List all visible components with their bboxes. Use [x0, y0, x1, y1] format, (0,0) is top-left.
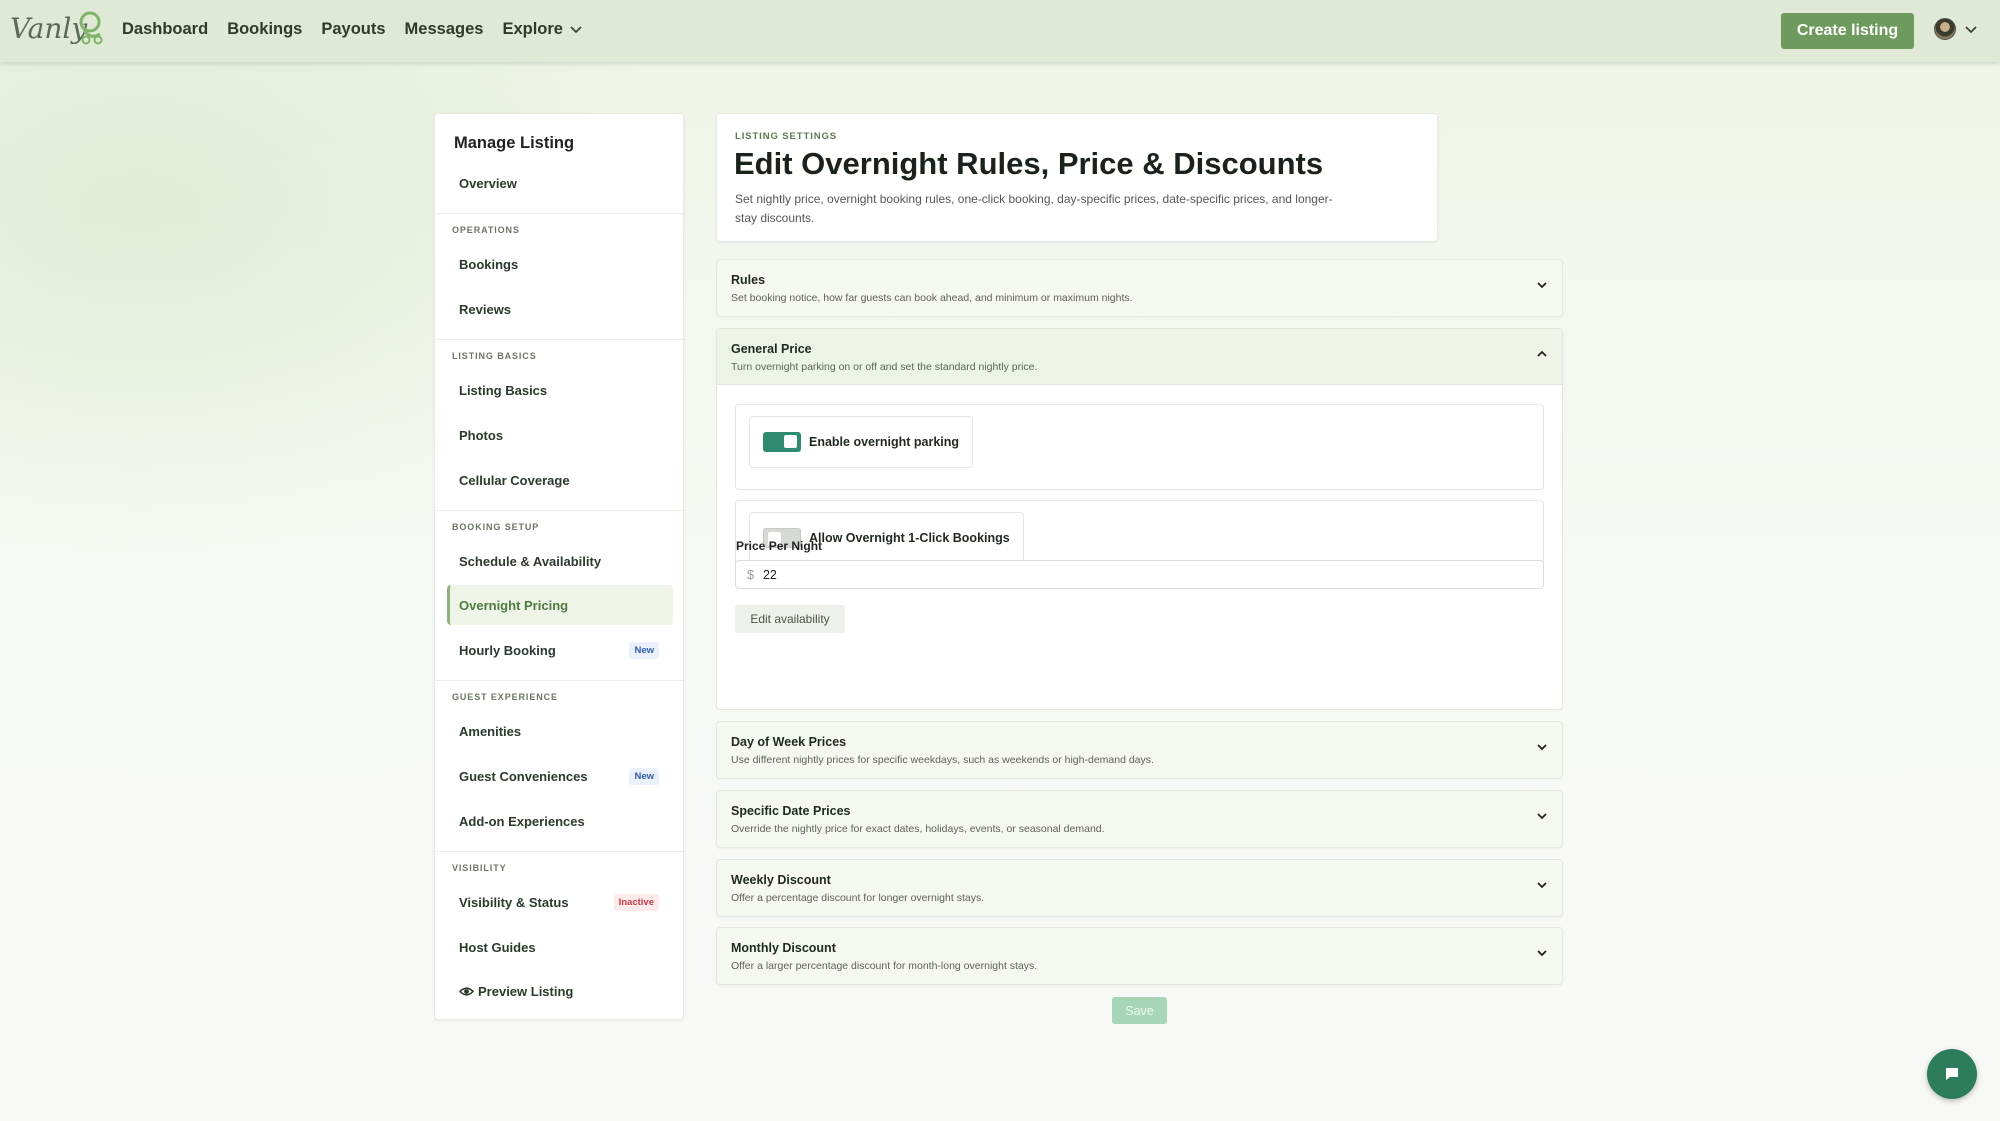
- price-per-night-input[interactable]: $ 22: [735, 560, 1544, 589]
- nav-payouts[interactable]: Payouts: [321, 20, 385, 39]
- accordion-general-price: General Price Turn overnight parking on …: [716, 328, 1563, 710]
- sidebar-item-listing-basics[interactable]: Listing Basics: [447, 370, 673, 410]
- toggle-label: Allow Overnight 1-Click Bookings: [809, 531, 1010, 545]
- toggle-knob: [784, 435, 797, 448]
- allow-oneclick-toggle[interactable]: Allow Overnight 1-Click Bookings: [749, 512, 1024, 564]
- accordion-subtitle: Use different nightly prices for specifi…: [731, 754, 1154, 766]
- chat-icon: [1946, 1068, 1958, 1080]
- section-label-operations: OPERATIONS: [452, 225, 520, 235]
- nav-bookings[interactable]: Bookings: [227, 20, 302, 39]
- chat-button[interactable]: [1927, 1049, 1977, 1099]
- create-listing-button[interactable]: Create listing: [1781, 13, 1914, 49]
- chevron-down-icon: [1537, 882, 1547, 889]
- page-header-card: LISTING SETTINGS Edit Overnight Rules, P…: [716, 113, 1438, 242]
- sidebar-item-reviews[interactable]: Reviews: [447, 289, 673, 329]
- section-label-listing-basics: LISTING BASICS: [452, 351, 537, 361]
- accordion-rules: Rules Set booking notice, how far guests…: [716, 259, 1563, 317]
- chevron-up-icon: [1537, 350, 1547, 357]
- sidebar-item-addon-experiences[interactable]: Add-on Experiences: [447, 801, 673, 841]
- sidebar-item-label: Hourly Booking: [459, 642, 556, 658]
- new-badge: New: [629, 642, 659, 659]
- sidebar-item-hourly-booking[interactable]: Hourly Booking New: [447, 630, 673, 670]
- divider: [435, 851, 683, 852]
- section-label-guest-experience: GUEST EXPERIENCE: [452, 692, 558, 702]
- overnight-toggle-panel: Enable overnight parking: [735, 404, 1544, 490]
- sidebar-item-guest-conveniences[interactable]: Guest Conveniences New: [447, 756, 673, 796]
- accordion-subtitle: Override the nightly price for exact dat…: [731, 823, 1105, 835]
- accordion-subtitle: Set booking notice, how far guests can b…: [731, 292, 1133, 304]
- price-per-night-label: Price Per Night: [736, 539, 823, 553]
- sidebar-item-amenities[interactable]: Amenities: [447, 711, 673, 751]
- sidebar-item-preview-listing[interactable]: Preview Listing: [447, 971, 673, 1011]
- accordion-monthly-discount: Monthly Discount Offer a larger percenta…: [716, 927, 1563, 985]
- chevron-down-icon: [570, 26, 582, 34]
- accordion-subtitle: Turn overnight parking on or off and set…: [731, 361, 1038, 373]
- vanly-logo[interactable]: Vanly: [8, 8, 104, 52]
- chevron-down-icon: [1537, 950, 1547, 957]
- currency-symbol: $: [747, 567, 754, 582]
- nav-dashboard[interactable]: Dashboard: [122, 20, 208, 39]
- accordion-header-rules[interactable]: Rules Set booking notice, how far guests…: [717, 260, 1562, 316]
- avatar: [1934, 18, 1956, 40]
- page-title: Edit Overnight Rules, Price & Discounts: [734, 146, 1324, 181]
- section-label-booking-setup: BOOKING SETUP: [452, 522, 540, 532]
- sidebar-item-overview[interactable]: Overview: [447, 163, 673, 203]
- accordion-title: General Price: [731, 342, 812, 356]
- top-navigation: Vanly Dashboard Bookings Payouts Message…: [0, 0, 2000, 62]
- account-menu[interactable]: [1934, 18, 1978, 40]
- accordion-title: Weekly Discount: [731, 873, 831, 887]
- save-button[interactable]: Save: [1112, 997, 1167, 1024]
- page-description: Set nightly price, overnight booking rul…: [735, 192, 1333, 225]
- accordion-header-monthly-discount[interactable]: Monthly Discount Offer a larger percenta…: [717, 928, 1562, 984]
- divider: [435, 213, 683, 214]
- status-badge: Inactive: [613, 894, 659, 911]
- chevron-down-icon: [1965, 26, 1977, 34]
- manage-listing-sidebar: Manage Listing Overview OPERATIONS Booki…: [434, 113, 684, 1020]
- accordion-subtitle: Offer a percentage discount for longer o…: [731, 892, 985, 904]
- accordion-title: Specific Date Prices: [731, 804, 851, 818]
- sidebar-item-cellular-coverage[interactable]: Cellular Coverage: [447, 460, 673, 500]
- edit-availability-button[interactable]: Edit availability: [735, 605, 845, 633]
- nav-explore[interactable]: Explore: [502, 20, 583, 39]
- new-badge: New: [629, 768, 659, 785]
- divider: [435, 510, 683, 511]
- svg-text:Vanly: Vanly: [10, 12, 88, 45]
- nav-explore-label: Explore: [502, 19, 563, 38]
- accordion-specific-date: Specific Date Prices Override the nightl…: [716, 790, 1563, 848]
- nav-links: Dashboard Bookings Payouts Messages Expl…: [122, 0, 583, 58]
- nav-messages[interactable]: Messages: [405, 20, 484, 39]
- accordion-title: Rules: [731, 273, 766, 287]
- sidebar-item-bookings[interactable]: Bookings: [447, 244, 673, 284]
- section-label-visibility: VISIBILITY: [452, 863, 507, 873]
- accordion-header-specific-date[interactable]: Specific Date Prices Override the nightl…: [717, 791, 1562, 847]
- accordion-title: Day of Week Prices: [731, 735, 847, 749]
- sidebar-item-label: Visibility & Status: [459, 894, 569, 910]
- toggle-label: Enable overnight parking: [809, 435, 960, 449]
- sidebar-item-overnight-pricing[interactable]: Overnight Pricing: [447, 585, 673, 625]
- sidebar-item-visibility-status[interactable]: Visibility & Status Inactive: [447, 882, 673, 922]
- accordion-header-weekly-discount[interactable]: Weekly Discount Offer a percentage disco…: [717, 860, 1562, 916]
- divider: [435, 339, 683, 340]
- accordion-title: Monthly Discount: [731, 941, 836, 955]
- chevron-down-icon: [1537, 813, 1547, 820]
- chevron-down-icon: [1537, 282, 1547, 289]
- accordion-subtitle: Offer a larger percentage discount for m…: [731, 960, 1038, 972]
- accordion-day-of-week: Day of Week Prices Use different nightly…: [716, 721, 1563, 779]
- sidebar-item-schedule-availability[interactable]: Schedule & Availability: [447, 541, 673, 581]
- sidebar-item-label: Preview Listing: [478, 983, 574, 999]
- accordion-header-day-of-week[interactable]: Day of Week Prices Use different nightly…: [717, 722, 1562, 778]
- accordion-weekly-discount: Weekly Discount Offer a percentage disco…: [716, 859, 1563, 917]
- eyebrow-label: LISTING SETTINGS: [735, 131, 838, 142]
- sidebar-item-label: Guest Conveniences: [459, 768, 588, 784]
- divider: [435, 680, 683, 681]
- sidebar-item-host-guides[interactable]: Host Guides: [447, 927, 673, 967]
- accordion-header-general-price[interactable]: General Price Turn overnight parking on …: [717, 329, 1562, 385]
- eye-icon: [459, 986, 474, 996]
- enable-overnight-toggle[interactable]: Enable overnight parking: [749, 416, 974, 468]
- toggle-switch-on[interactable]: [763, 432, 801, 452]
- sidebar-title: Manage Listing: [454, 134, 575, 152]
- price-value: 22: [762, 567, 777, 582]
- chevron-down-icon: [1537, 744, 1547, 751]
- sidebar-item-photos[interactable]: Photos: [447, 415, 673, 455]
